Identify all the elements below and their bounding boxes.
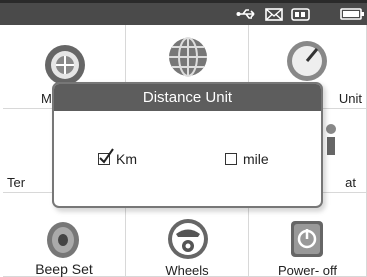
mile-checkbox[interactable] bbox=[225, 153, 237, 165]
menu-label-8: Wheels bbox=[165, 263, 209, 277]
battery-pack-icon bbox=[291, 8, 310, 21]
mail-icon bbox=[265, 8, 283, 21]
globe-icon bbox=[169, 37, 207, 77]
mile-label: mile bbox=[243, 151, 269, 167]
gauge-icon bbox=[287, 41, 327, 81]
status-bar bbox=[0, 0, 367, 25]
wheels-icon bbox=[168, 219, 208, 259]
menu-label-7: Beep Set bbox=[35, 261, 93, 277]
km-checkbox[interactable] bbox=[98, 148, 114, 165]
battery-icon bbox=[340, 8, 364, 20]
screen: M Unit Ter at Beep Set Wheels Power- off… bbox=[0, 0, 367, 277]
checkmark-icon bbox=[99, 148, 114, 164]
km-label: Km bbox=[116, 151, 137, 167]
menu-label-9: Power- off bbox=[277, 263, 337, 277]
menu-label-3: Unit bbox=[338, 91, 362, 106]
speaker-icon bbox=[47, 222, 79, 258]
menu-label-1: M bbox=[41, 91, 52, 106]
menu-label-4: Ter bbox=[7, 175, 26, 190]
option-km[interactable]: Km bbox=[98, 148, 137, 167]
distance-unit-dialog: Distance Unit Km mile bbox=[52, 82, 323, 208]
usb-icon bbox=[236, 9, 255, 19]
power-icon bbox=[291, 221, 323, 257]
dialog-title: Distance Unit bbox=[54, 84, 321, 111]
option-mile[interactable]: mile bbox=[225, 151, 269, 167]
menu-label-6: at bbox=[345, 175, 356, 190]
